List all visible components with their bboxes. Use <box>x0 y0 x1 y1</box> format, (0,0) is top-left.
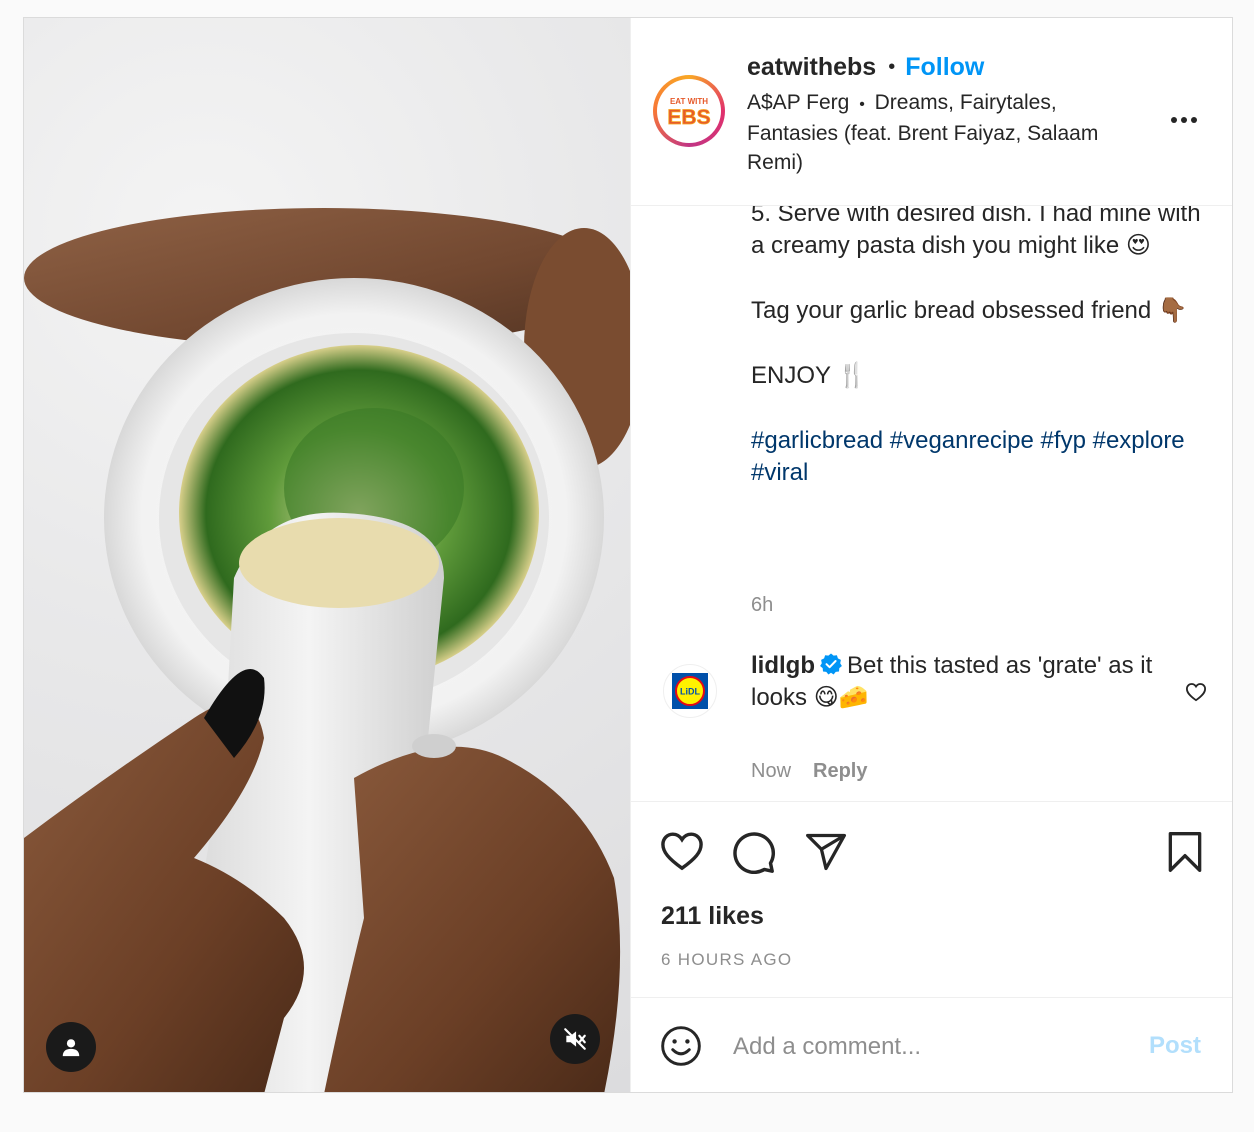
audio-artist[interactable]: A$AP Ferg <box>747 91 849 114</box>
author-avatar[interactable]: EAT WITH EBS <box>653 75 725 147</box>
header-text: eatwithebs • Follow A$AP Ferg • Dreams, … <box>747 52 1147 177</box>
audio-separator: • <box>859 96 865 113</box>
commenter-username[interactable]: lidlgb <box>751 652 815 679</box>
username-row: eatwithebs • Follow <box>747 52 1147 82</box>
eatwithebs-logo: EAT WITH EBS <box>667 97 711 129</box>
hashtag-link[interactable]: #fyp <box>1041 427 1086 454</box>
svg-text:LiDL: LiDL <box>680 687 700 697</box>
user-icon <box>62 1039 80 1057</box>
hashtag-link[interactable]: #veganrecipe <box>890 427 1034 454</box>
audio-attribution[interactable]: A$AP Ferg • Dreams, Fairytales, Fantasie… <box>747 88 1147 177</box>
hashtag-link[interactable]: #garlicbread <box>751 427 883 454</box>
reply-button[interactable]: Reply <box>813 760 867 783</box>
bookmark-icon[interactable] <box>1165 830 1205 874</box>
author-username[interactable]: eatwithebs <box>747 52 876 82</box>
post-caption: 5. Serve with desired dish. I had mine w… <box>751 206 1211 489</box>
comment-input[interactable] <box>731 1024 1135 1070</box>
follow-button[interactable]: Follow <box>905 52 984 82</box>
add-comment-bar: Post <box>631 998 1232 1092</box>
svg-text:EAT WITH: EAT WITH <box>670 97 708 106</box>
caption-tag: Tag your garlic bread obsessed friend 👇🏾 <box>751 297 1188 324</box>
share-icon[interactable] <box>803 830 849 874</box>
caption-step: 5. Serve with desired dish. I had mine w… <box>751 206 1201 259</box>
comments-section[interactable]: 5. Serve with desired dish. I had mine w… <box>631 206 1232 802</box>
caption-enjoy: ENJOY 🍴 <box>751 362 868 389</box>
post-header: EAT WITH EBS eatwithebs • Follow A$AP Fe… <box>631 18 1232 206</box>
commenter-avatar[interactable]: LiDL <box>663 664 717 718</box>
emoji-icon[interactable] <box>659 1024 703 1068</box>
post-side-panel: EAT WITH EBS eatwithebs • Follow A$AP Fe… <box>630 18 1232 1092</box>
comment-heart-icon[interactable] <box>1185 682 1207 702</box>
verified-badge-icon <box>820 653 842 675</box>
caption-timestamp[interactable]: 6h <box>751 594 773 617</box>
comment-timestamp: Now <box>751 760 792 782</box>
mute-toggle-button[interactable] <box>550 1014 600 1064</box>
hashtag-link[interactable]: #viral <box>751 459 808 486</box>
caption-hashtags: #garlicbread #veganrecipe #fyp #explore … <box>751 425 1211 489</box>
more-options-icon[interactable] <box>1167 110 1201 130</box>
svg-text:EBS: EBS <box>667 106 710 129</box>
likes-count[interactable]: 211 likes <box>661 902 764 931</box>
comment-icon[interactable] <box>731 830 777 876</box>
heart-icon[interactable] <box>659 830 705 872</box>
post-comment-button[interactable]: Post <box>1149 1032 1201 1060</box>
mortar-pestle-image <box>24 208 630 1092</box>
separator: • <box>888 56 896 78</box>
post-video[interactable] <box>24 18 630 1092</box>
post-timestamp[interactable]: 6 HOURS AGO <box>661 950 792 970</box>
post-actions: 211 likes 6 HOURS AGO <box>631 802 1232 998</box>
lidl-logo: LiDL <box>672 673 708 709</box>
post-card: EAT WITH EBS eatwithebs • Follow A$AP Fe… <box>23 17 1233 1093</box>
comment-meta: Now Reply <box>751 760 867 783</box>
hashtag-link[interactable]: #explore <box>1093 427 1185 454</box>
speaker-muted-icon <box>564 1028 586 1050</box>
comment-body: lidlgb Bet this tasted as 'grate' as it … <box>751 650 1171 714</box>
tagged-users-button[interactable] <box>46 1022 96 1072</box>
